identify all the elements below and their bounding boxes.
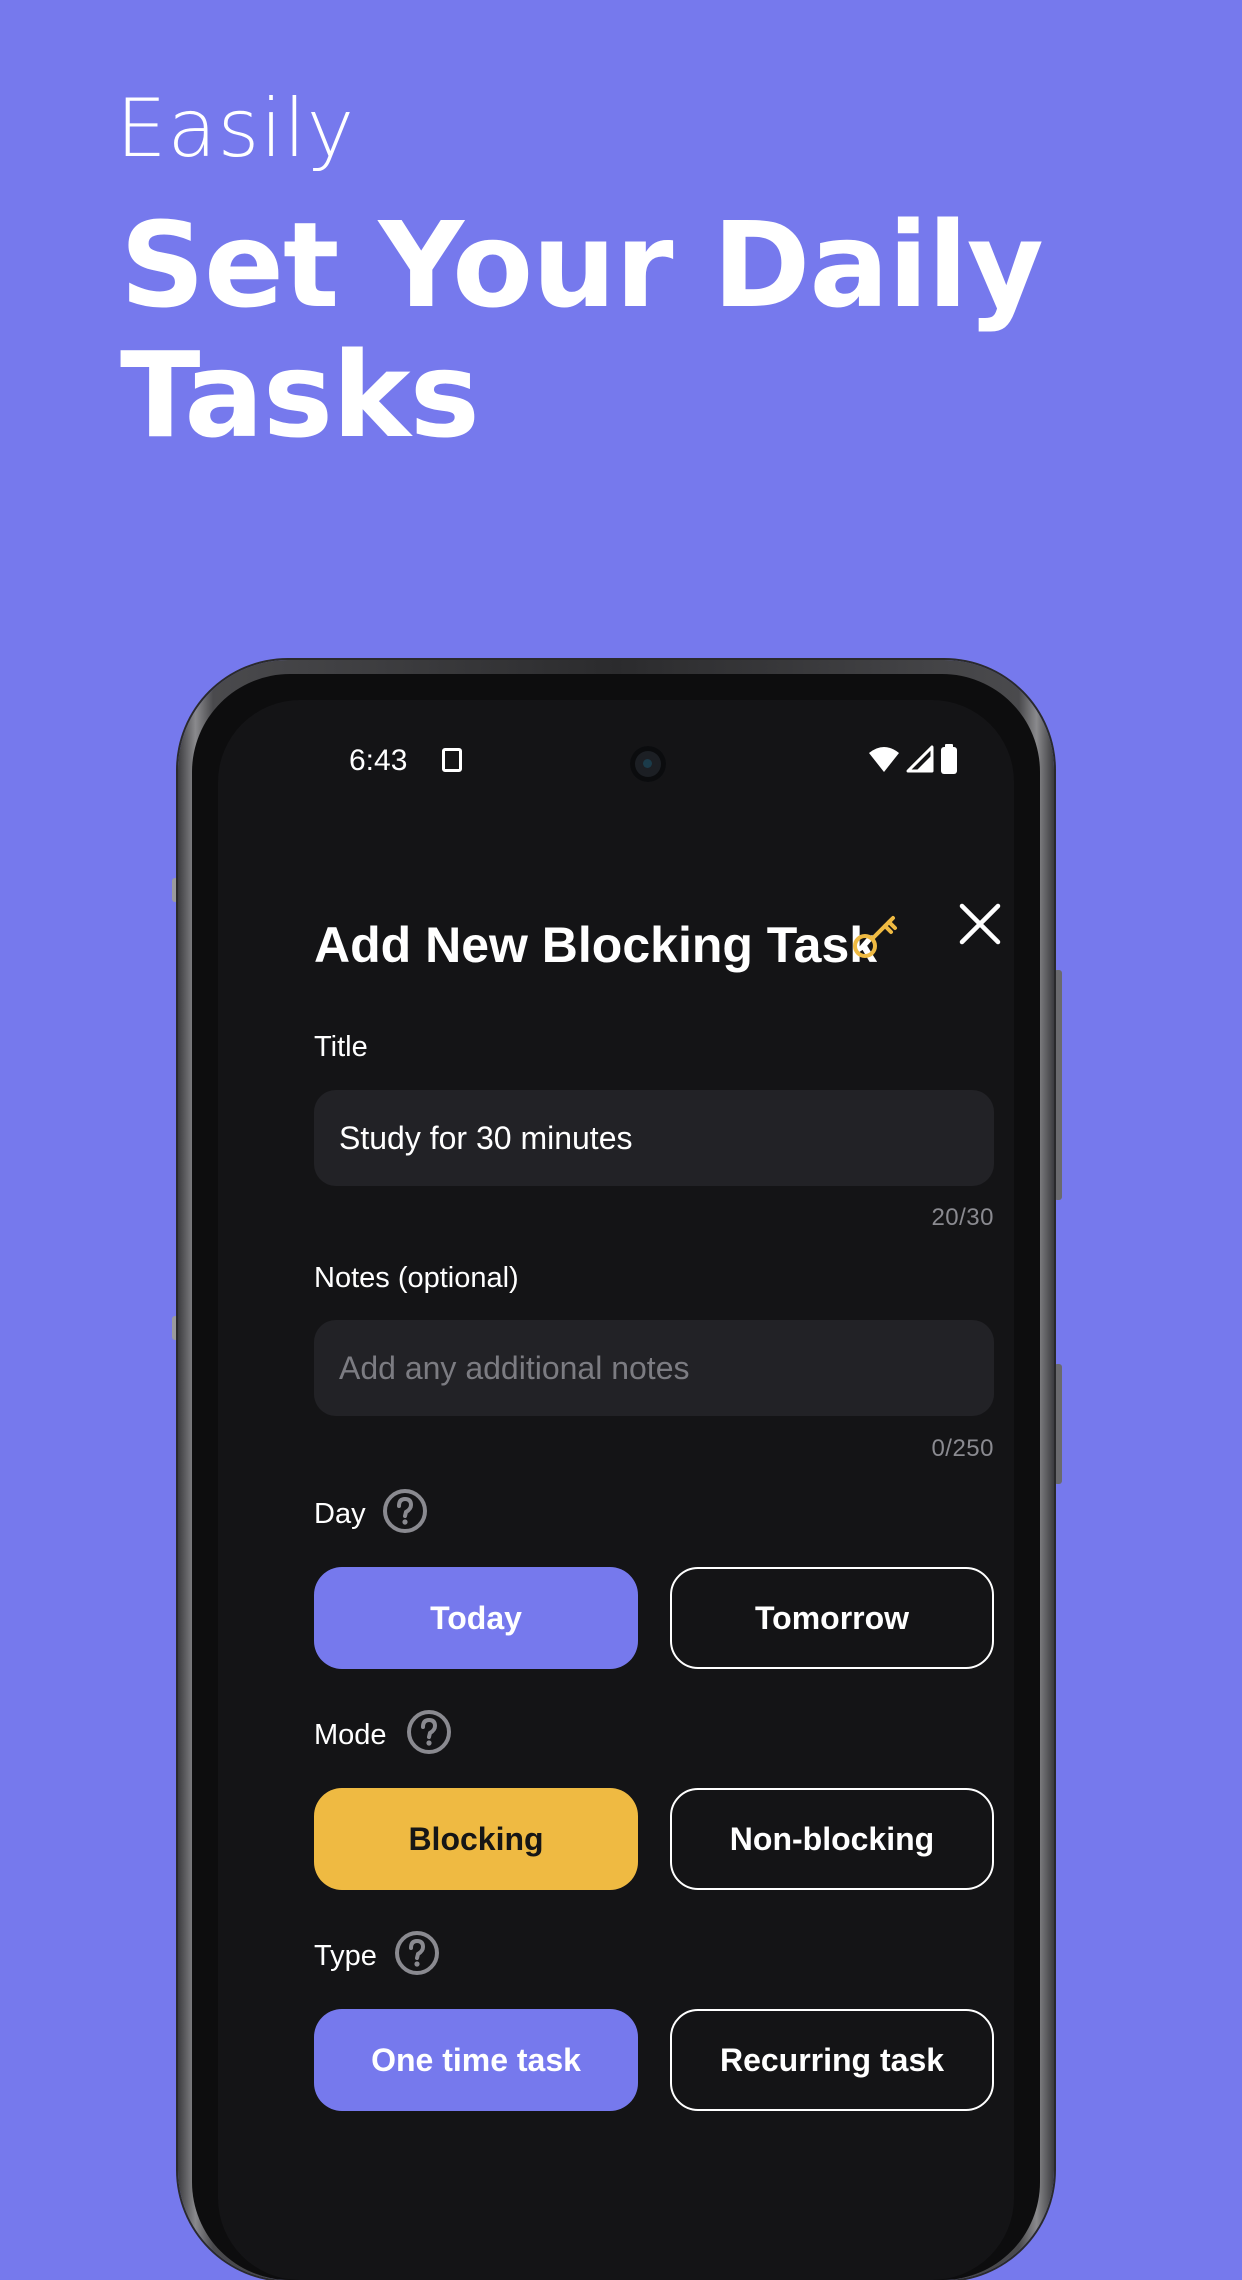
notes-label: Notes (optional) <box>314 1262 519 1294</box>
phone-volume-button <box>1054 1364 1062 1484</box>
phone-screen: 6:43 Add New Blocking Task Title Study f… <box>218 700 1014 2280</box>
day-label: Day <box>314 1498 366 1530</box>
mode-blocking-button[interactable]: Blocking <box>314 1788 638 1890</box>
day-today-button[interactable]: Today <box>314 1567 638 1669</box>
dialog-title: Add New Blocking Task <box>314 917 878 973</box>
hero-subtitle: Easily <box>116 82 356 175</box>
phone-bezel: 6:43 Add New Blocking Task Title Study f… <box>192 674 1040 2280</box>
mode-label: Mode <box>314 1719 387 1751</box>
type-help-icon[interactable] <box>394 1930 440 1976</box>
hero-title: Set Your Daily Tasks <box>120 196 1044 464</box>
type-recurring-button[interactable]: Recurring task <box>670 2009 994 2111</box>
notes-input[interactable]: Add any additional notes <box>314 1320 994 1416</box>
status-icons <box>868 744 958 774</box>
title-counter: 20/30 <box>931 1204 994 1231</box>
phone-power-button <box>1054 970 1062 1200</box>
type-label: Type <box>314 1940 377 1972</box>
mode-help-icon[interactable] <box>406 1709 452 1755</box>
day-tomorrow-button[interactable]: Tomorrow <box>670 1567 994 1669</box>
wifi-icon <box>869 747 899 772</box>
front-camera <box>630 746 666 782</box>
type-one-time-button[interactable]: One time task <box>314 2009 638 2111</box>
sd-card-icon <box>442 748 462 772</box>
battery-icon <box>941 744 957 774</box>
title-label: Title <box>314 1031 368 1063</box>
notes-counter: 0/250 <box>931 1435 994 1462</box>
key-icon <box>853 916 897 958</box>
status-time: 6:43 <box>349 744 408 777</box>
mode-non-blocking-button[interactable]: Non-blocking <box>670 1788 994 1890</box>
title-input[interactable]: Study for 30 minutes <box>314 1090 994 1186</box>
cellular-signal-icon <box>906 745 934 773</box>
phone-frame: 6:43 Add New Blocking Task Title Study f… <box>178 660 1054 2280</box>
close-icon[interactable] <box>958 902 1002 946</box>
day-help-icon[interactable] <box>382 1488 428 1534</box>
